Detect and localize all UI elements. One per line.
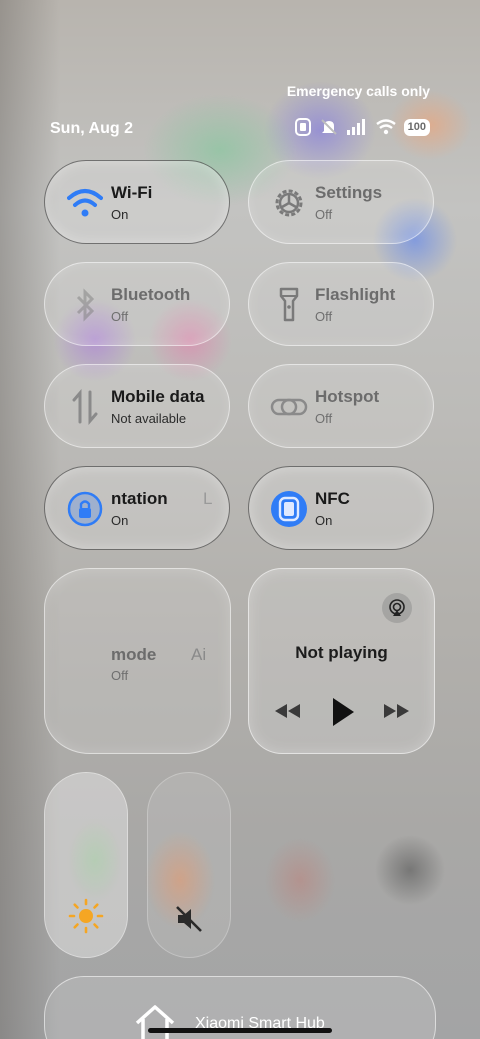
tile-status: On <box>315 513 333 528</box>
tile-nfc[interactable]: NFC On <box>248 466 434 550</box>
mobile-data-icon <box>65 387 105 427</box>
play-icon[interactable] <box>330 697 356 727</box>
wifi-status-icon <box>375 119 396 135</box>
tile-hotspot[interactable]: Hotspot Off <box>248 364 434 448</box>
cast-button[interactable] <box>382 593 412 623</box>
media-player: Not playing <box>248 568 435 754</box>
tile-status: Off <box>111 668 129 683</box>
cast-icon <box>389 599 405 616</box>
tile-label: Hotspot <box>315 387 380 406</box>
tile-flashlight[interactable]: Flashlight Off <box>248 262 434 346</box>
date-text: Sun, Aug 2 <box>50 120 133 137</box>
fast-forward-icon[interactable] <box>383 701 411 721</box>
status-icons: 100 <box>294 118 430 136</box>
home-indicator[interactable] <box>148 1028 332 1033</box>
tile-status: Off <box>315 309 333 324</box>
tile-label: Wi-Fi <box>111 183 153 202</box>
tile-rotation-lock[interactable]: ntation L On <box>44 466 230 550</box>
mute-status-icon <box>320 119 337 135</box>
nfc-icon <box>269 489 309 529</box>
tile-label: mode <box>111 645 157 664</box>
bluetooth-icon <box>65 285 105 325</box>
media-title: Not playing <box>295 643 388 662</box>
tile-label-trail: Ai <box>191 645 207 664</box>
hotspot-icon <box>269 387 309 427</box>
tile-status: Off <box>315 411 333 426</box>
brightness-slider[interactable] <box>44 772 128 958</box>
rotation-lock-icon <box>65 489 105 529</box>
tile-status: Off <box>315 207 333 222</box>
tile-label: Flashlight <box>315 285 396 304</box>
rewind-icon[interactable] <box>273 701 301 721</box>
tile-bluetooth[interactable]: Bluetooth Off <box>44 262 230 346</box>
wifi-icon <box>65 183 105 223</box>
tile-label: Settings <box>315 183 383 202</box>
tile-label: ntation <box>111 489 168 508</box>
tile-settings[interactable]: Settings Off <box>248 160 434 244</box>
tile-wifi[interactable]: Wi-Fi On <box>44 160 230 244</box>
battery-icon: 100 <box>403 118 430 136</box>
tile-status: On <box>111 207 129 222</box>
tile-status: Off <box>111 309 129 324</box>
tile-label: Mobile data <box>111 387 205 406</box>
home-icon <box>135 1005 175 1039</box>
tile-mobile-data[interactable]: Mobile data Not available <box>44 364 230 448</box>
volume-mute-icon <box>176 906 202 932</box>
tile-label: Bluetooth <box>111 285 191 304</box>
tile-label: NFC <box>315 489 350 508</box>
tile-label-trail: L <box>203 489 213 508</box>
tile-status: Not available <box>111 411 187 426</box>
brightness-icon <box>68 898 104 934</box>
nfc-status-icon <box>294 118 311 136</box>
gear-icon <box>269 183 309 223</box>
tile-mode[interactable]: mode Ai Off <box>44 568 231 754</box>
flashlight-icon <box>269 285 309 325</box>
tile-status: On <box>111 513 129 528</box>
carrier-text: Emergency calls only <box>286 83 430 99</box>
signal-icon <box>346 119 365 135</box>
volume-slider[interactable] <box>147 772 231 958</box>
